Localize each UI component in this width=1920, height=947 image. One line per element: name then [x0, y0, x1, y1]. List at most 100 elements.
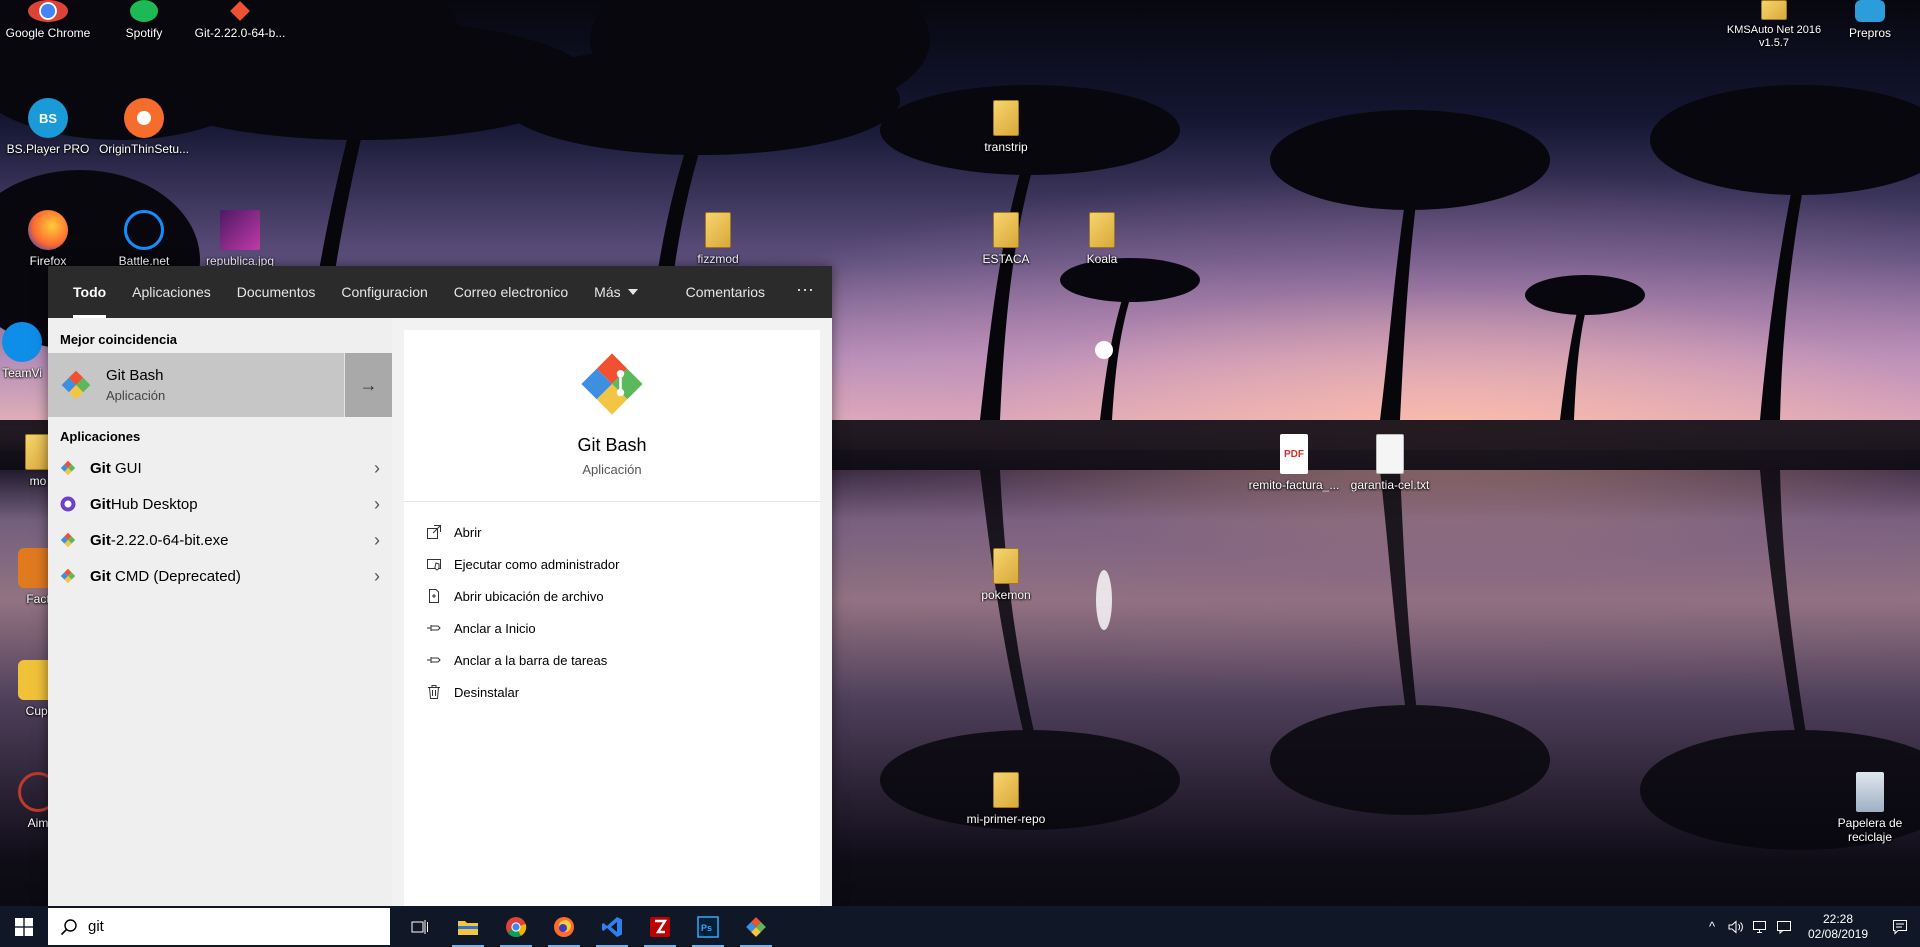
- desktop-icon-label: Koala: [1086, 252, 1118, 266]
- match-highlight: Git: [90, 567, 111, 585]
- desktop-icon-pokemon[interactable]: pokemon: [958, 548, 1054, 602]
- admin-shield-icon: [427, 559, 441, 571]
- taskbar-git-bash[interactable]: [732, 906, 780, 947]
- filter-tab-configuracion[interactable]: Configuracion: [328, 266, 440, 318]
- desktop-icon-label: BS.Player PRO: [6, 142, 90, 156]
- desktop-icon-label: Papelera de reciclaje: [1837, 816, 1903, 844]
- desktop-icon-estaca[interactable]: ESTACA: [958, 212, 1054, 266]
- folder-icon: [993, 548, 1019, 584]
- folder-icon: [1089, 212, 1115, 248]
- chevron-right-icon[interactable]: ›: [362, 566, 392, 587]
- desktop-icon-origin[interactable]: OriginThinSetu...: [96, 98, 192, 156]
- filter-tab-mas[interactable]: Más: [581, 266, 650, 318]
- desktop-icon-kmsauto[interactable]: KMSAuto Net 2016 v1.5.7: [1726, 0, 1822, 50]
- open-icon: [427, 525, 441, 539]
- desktop-icon-battlenet[interactable]: Battle.net: [96, 210, 192, 268]
- desktop-icon-republica[interactable]: republica.jpg: [192, 210, 288, 268]
- windows-logo-icon: [15, 917, 33, 936]
- action-label: Desinstalar: [454, 684, 520, 700]
- desktop-icon-mi-primer-repo[interactable]: mi-primer-repo: [958, 772, 1054, 826]
- feedback-button[interactable]: Comentarios: [673, 266, 778, 318]
- action-center-button[interactable]: [1880, 919, 1920, 935]
- desktop-icon-label: transtrip: [984, 140, 1028, 154]
- taskbar-file-explorer[interactable]: [444, 906, 492, 947]
- chevron-right-icon[interactable]: ›: [362, 494, 392, 515]
- search-icon: [60, 918, 77, 935]
- chrome-icon: [28, 0, 68, 22]
- filter-tab-documentos[interactable]: Documentos: [224, 266, 329, 318]
- action-anclar-barra[interactable]: Anclar a la barra de tareas: [404, 644, 820, 676]
- name-rest: -2.22.0-64-bit.exe: [110, 531, 229, 549]
- chevron-right-icon[interactable]: ›: [362, 530, 392, 551]
- app-result-git-gui[interactable]: Git GUI ›: [48, 450, 392, 486]
- desktop-icon-garantia-txt[interactable]: garantia-cel.txt: [1342, 434, 1438, 492]
- filter-tab-label: Correo electronico: [453, 284, 569, 300]
- desktop-icon-recycle-bin[interactable]: Papelera de reciclaje: [1822, 772, 1918, 844]
- action-ejecutar-admin[interactable]: Ejecutar como administrador: [404, 548, 820, 580]
- taskbar-clock[interactable]: 22:28 02/08/2019: [1796, 912, 1880, 942]
- filter-tab-aplicaciones[interactable]: Aplicaciones: [119, 266, 224, 318]
- desktop-icon-firefox[interactable]: Firefox: [0, 210, 96, 268]
- file-explorer-icon: [458, 920, 478, 935]
- image-icon: [220, 210, 260, 250]
- network-icon[interactable]: [1748, 906, 1772, 947]
- app-result-name: Git-2.22.0-64-bit.exe: [90, 532, 362, 549]
- app-result-git-installer[interactable]: Git-2.22.0-64-bit.exe ›: [48, 522, 392, 558]
- action-label: Anclar a la barra de tareas: [454, 652, 608, 668]
- desktop-icon-chrome[interactable]: Google Chrome: [0, 0, 96, 40]
- desktop-icon-prepros[interactable]: Prepros: [1822, 0, 1918, 40]
- app-result-github-desktop[interactable]: GitHub Desktop ›: [48, 486, 392, 522]
- chevron-right-icon[interactable]: ›: [362, 458, 392, 479]
- folder-icon: [993, 100, 1019, 136]
- best-match-main[interactable]: Git Bash Aplicación: [48, 353, 344, 417]
- search-filter-bar: Todo Aplicaciones Documentos Configuraci…: [48, 266, 832, 318]
- desktop-icon-transtrip[interactable]: transtrip: [958, 100, 1054, 154]
- desktop-icon-koala[interactable]: Koala: [1054, 212, 1150, 266]
- action-anclar-inicio[interactable]: Anclar a Inicio: [404, 612, 820, 644]
- taskbar-firefox[interactable]: [540, 906, 588, 947]
- desktop-icon-bsplayer[interactable]: BS BS.Player PRO: [0, 98, 96, 156]
- chrome-icon: [506, 916, 527, 937]
- spotify-icon: [130, 0, 158, 22]
- vscode-icon: [602, 916, 622, 937]
- desktop-icon-label: OriginThinSetu...: [98, 142, 190, 156]
- search-query-text: git: [88, 918, 104, 935]
- desktop-icon-spotify[interactable]: Spotify: [96, 0, 192, 40]
- desktop-icon-label: remito-factura_...: [1248, 478, 1340, 492]
- desktop-icon-git-installer[interactable]: Git-2.22.0-64-b...: [192, 0, 288, 40]
- volume-icon[interactable]: [1724, 906, 1748, 947]
- taskbar-vscode[interactable]: [588, 906, 636, 947]
- taskbar-filezilla[interactable]: [636, 906, 684, 947]
- tray-chevron-up-icon[interactable]: ^: [1700, 906, 1724, 947]
- taskbar-task-view[interactable]: [396, 906, 444, 947]
- filter-tab-todo[interactable]: Todo: [60, 266, 119, 318]
- more-options-icon[interactable]: ···: [778, 279, 832, 306]
- app-result-git-cmd[interactable]: Git CMD (Deprecated) ›: [48, 558, 392, 594]
- prepros-icon: [1855, 0, 1885, 22]
- name-rest: CMD (Deprecated): [110, 567, 241, 585]
- action-abrir[interactable]: Abrir: [404, 516, 820, 548]
- github-icon: [60, 496, 76, 512]
- taskbar-photoshop[interactable]: Ps: [684, 906, 732, 947]
- desktop-icon-label: fizzmod: [697, 252, 739, 266]
- action-abrir-ubicacion[interactable]: Abrir ubicación de archivo: [404, 580, 820, 612]
- start-button[interactable]: [0, 906, 48, 947]
- best-match-item[interactable]: Git Bash Aplicación →: [48, 353, 392, 417]
- action-label: Abrir: [454, 524, 482, 540]
- pin-icon: [427, 657, 441, 663]
- filter-tab-correo[interactable]: Correo electronico: [441, 266, 581, 318]
- desktop-icon-fizzmod[interactable]: fizzmod: [670, 212, 766, 266]
- message-icon[interactable]: [1772, 906, 1796, 947]
- detail-subtitle: Aplicación: [582, 462, 642, 477]
- action-desinstalar[interactable]: Desinstalar: [404, 676, 820, 708]
- folder-icon: [1761, 0, 1787, 20]
- taskbar-chrome[interactable]: [492, 906, 540, 947]
- taskbar-search-input[interactable]: git: [48, 908, 390, 945]
- expand-arrow-icon[interactable]: →: [344, 353, 392, 417]
- folder-icon: [993, 772, 1019, 808]
- action-label: Abrir ubicación de archivo: [454, 588, 604, 604]
- desktop-icon-remito-pdf[interactable]: PDF remito-factura_...: [1246, 434, 1342, 492]
- desktop-icon-label: Spotify: [125, 26, 163, 40]
- desktop-icon-label: Git-2.22.0-64-b...: [194, 26, 286, 40]
- action-label: Anclar a Inicio: [454, 620, 536, 636]
